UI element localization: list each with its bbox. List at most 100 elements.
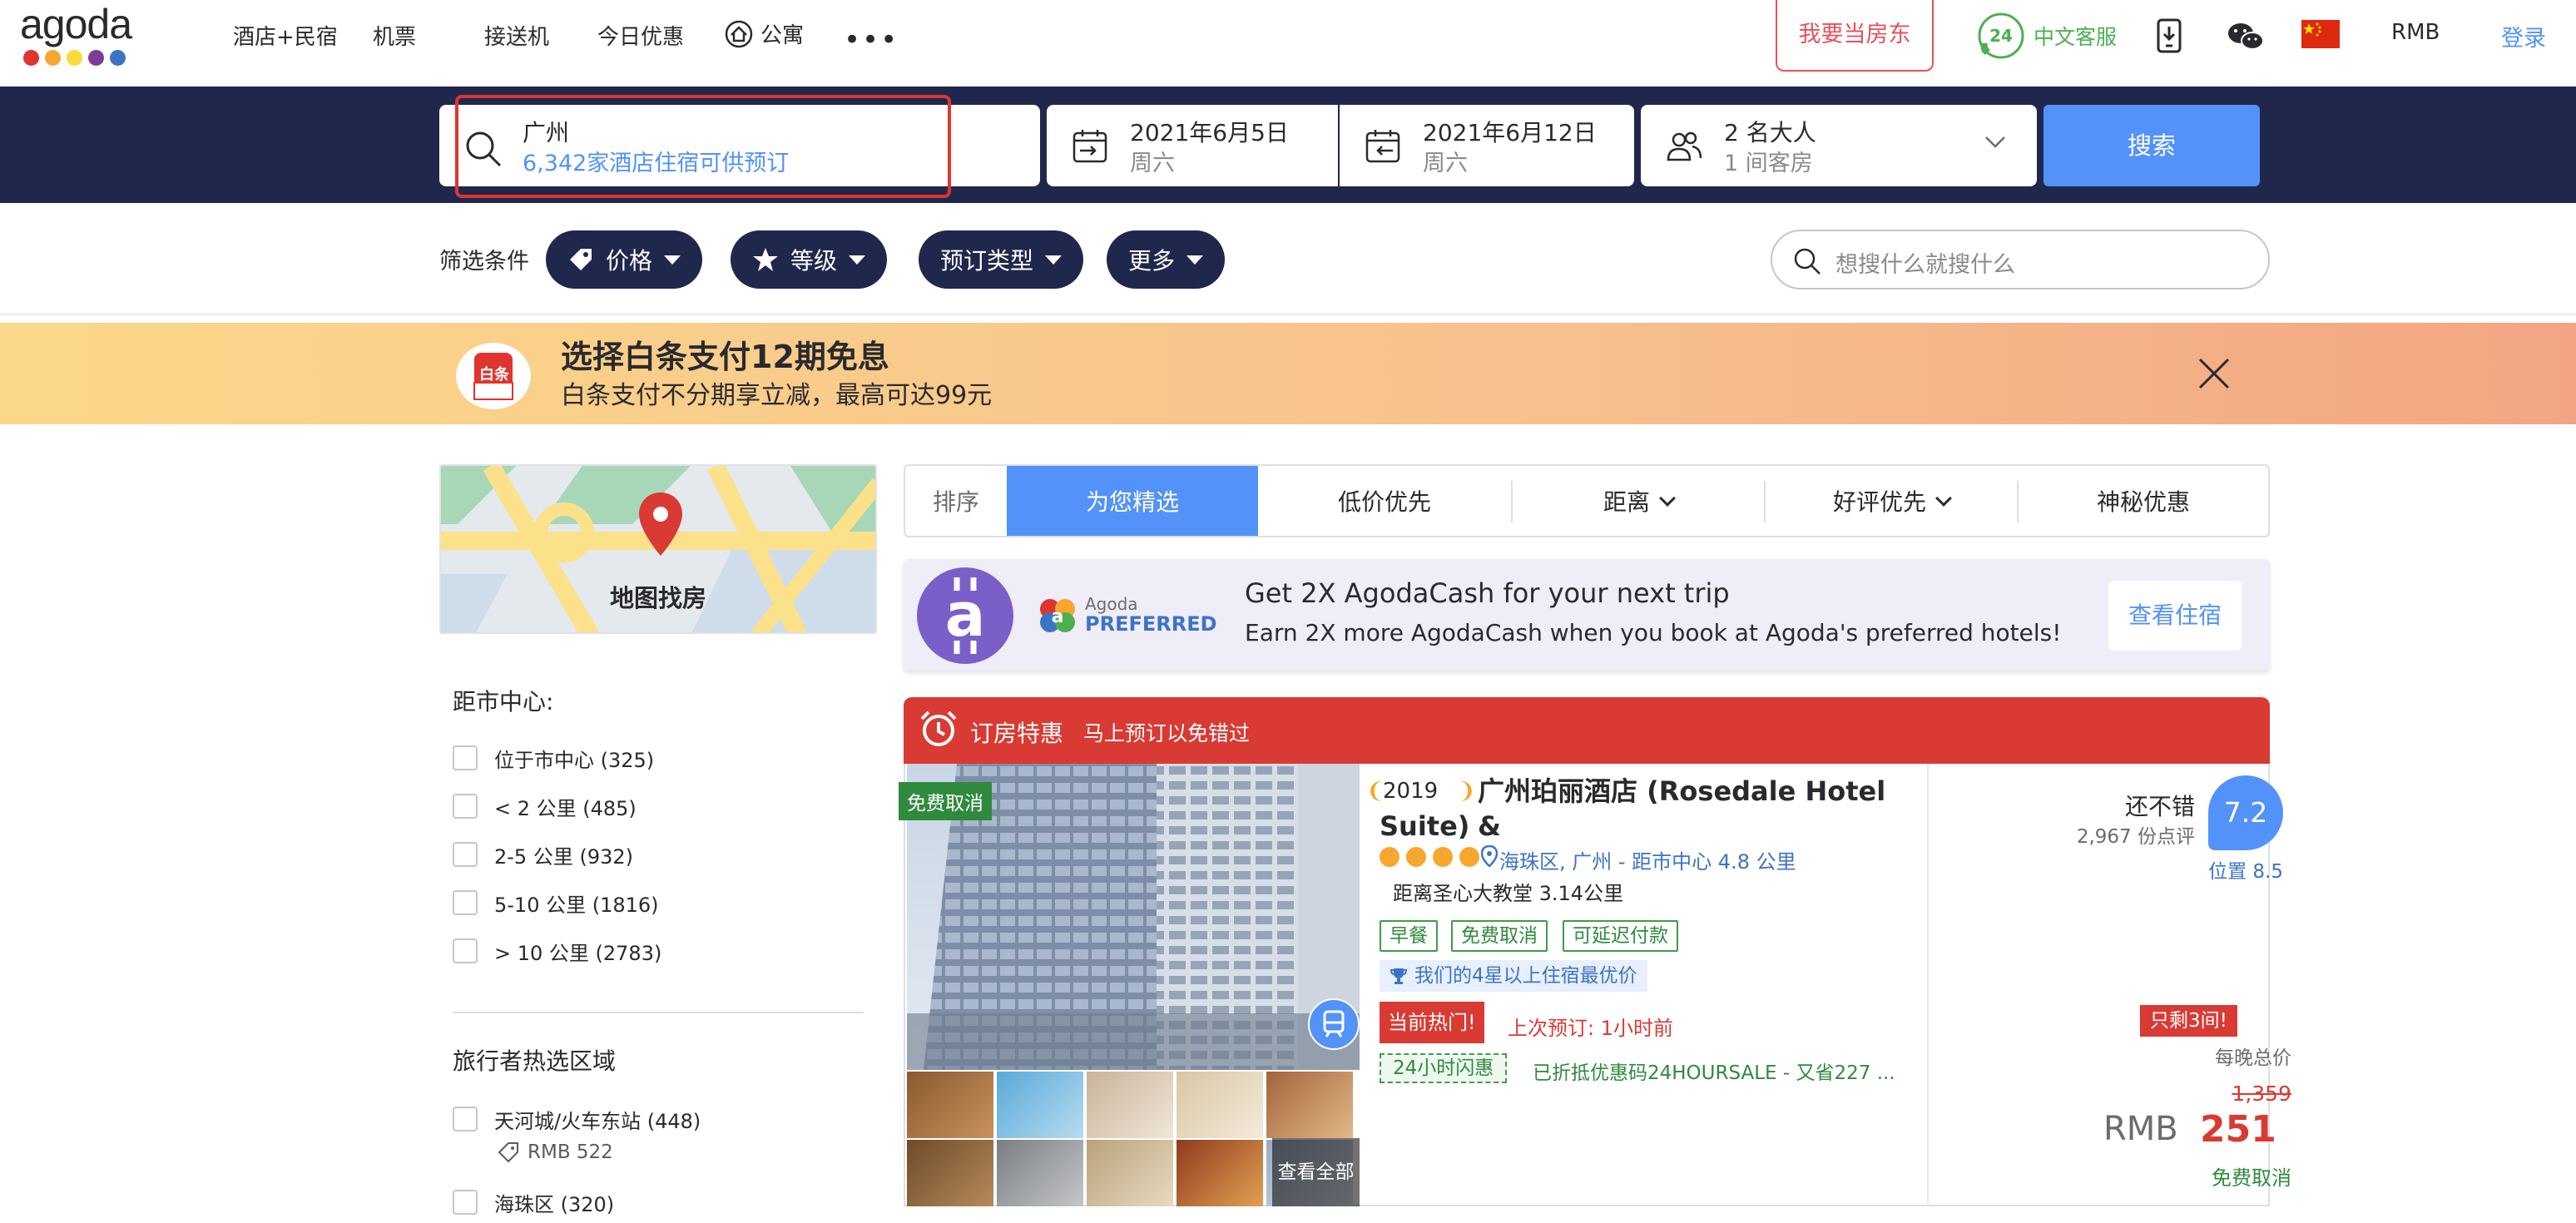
free-cancel-photo-tag: 免费取消 — [899, 782, 992, 820]
distance-option[interactable]: 5-10 公里 (1816) — [453, 889, 659, 917]
amenity-tag: 免费取消 — [1451, 920, 1548, 952]
become-host-button[interactable]: 我要当房东 — [1776, 0, 1934, 72]
rooms-count: 1 间客房 — [1724, 151, 1813, 176]
destination-field[interactable]: 广州 6,342家酒店住宿可供预订 — [439, 105, 1040, 186]
checkout-field[interactable]: 2021年6月12日 周六 — [1340, 105, 1634, 186]
current-price[interactable]: 251 — [2200, 1108, 2276, 1151]
distance-option[interactable]: 位于市中心 (325) — [453, 744, 654, 772]
guests-field[interactable]: 2 名大人 1 间客房 — [1641, 105, 2037, 186]
distance-option-label: 位于市中心 (325) — [494, 748, 655, 772]
sort-top-reviewed[interactable]: 好评优先 — [1766, 466, 2017, 536]
caret-down-icon — [1045, 255, 1063, 265]
area-price: RMB 522 — [498, 1141, 613, 1163]
search-icon — [1792, 246, 1822, 276]
hotel-thumbnail[interactable] — [1087, 1140, 1173, 1206]
hotel-name[interactable]: 广州珀丽酒店 (Rosedale Hotel & — [1478, 774, 1894, 844]
checkbox[interactable] — [453, 890, 478, 915]
sort-secret-deals[interactable]: 神秘优惠 — [2019, 466, 2268, 536]
area-option[interactable]: 海珠区 (320) — [453, 1188, 614, 1216]
hotel-thumbnail[interactable] — [907, 1140, 993, 1206]
divider — [0, 313, 2576, 316]
customer-service[interactable]: 24 中文客服 — [1975, 12, 2118, 59]
sort-recommended[interactable]: 为您精选 — [1007, 466, 1258, 536]
filter-booking-type[interactable]: 预订类型 — [919, 230, 1084, 289]
download-app-icon[interactable] — [2155, 18, 2183, 53]
currency-selector[interactable]: RMB — [2391, 20, 2440, 45]
area-option-label: 天河城/火车东站 (448) — [494, 1109, 701, 1133]
svg-text:a: a — [1052, 607, 1064, 627]
nav-apartments[interactable]: 公寓 — [724, 18, 804, 49]
login-link[interactable]: 登录 — [2501, 20, 2546, 52]
checkbox[interactable] — [453, 745, 478, 770]
nav-deals[interactable]: 今日优惠 — [597, 20, 684, 51]
sort-bar: 排序 为您精选 低价优先 距离 好评优先 神秘优惠 — [904, 464, 2270, 537]
laurel-icon: ❨ — [1366, 779, 1385, 804]
hotel-thumbnail[interactable] — [907, 1072, 993, 1138]
filter-stars[interactable]: 等级 — [731, 230, 888, 289]
sort-top-reviewed-label: 好评优先 — [1832, 488, 1926, 516]
hotel-thumbnail[interactable] — [1177, 1140, 1263, 1206]
view-stays-button[interactable]: 查看住宿 — [2108, 581, 2242, 651]
keyword-search-input[interactable]: 想搜什么就搜什么 — [1771, 230, 2270, 290]
hotel-thumbnail[interactable] — [997, 1140, 1083, 1206]
star-rating — [1380, 847, 1479, 867]
nav-flights[interactable]: 机票 — [373, 20, 416, 51]
hotel-thumbnail[interactable] — [1087, 1072, 1173, 1138]
more-menu-icon[interactable]: ••• — [844, 23, 899, 57]
close-icon[interactable] — [2197, 356, 2232, 391]
distance-option-label: 5-10 公里 (1816) — [494, 893, 659, 917]
checkbox[interactable] — [453, 1190, 478, 1215]
promo-title: Get 2X AgodaCash for your next trip — [1245, 577, 1730, 609]
hotel-thumbnail[interactable] — [997, 1072, 1083, 1138]
filter-price-label: 价格 — [606, 247, 653, 275]
hotel-thumbnail[interactable] — [1266, 1072, 1353, 1138]
hotel-location-link[interactable]: 海珠区, 广州 - 距市中心 4.8 公里 — [1499, 845, 1796, 874]
checkbox[interactable] — [453, 842, 478, 867]
laurel-icon: ❩ — [1458, 779, 1476, 804]
nav-hotels[interactable]: 酒店+民宿 — [233, 20, 338, 51]
per-night-label: 每晚总价 — [2215, 1047, 2291, 1069]
sort-label: 排序 — [932, 488, 979, 516]
wechat-icon[interactable] — [2227, 22, 2265, 52]
logo-dot — [45, 50, 61, 66]
baitiao-promo-banner[interactable]: 白条 选择白条支付12期免息 白条支付不分期享立减，最高可达99元 — [0, 323, 2576, 424]
preferred-brand-bottom: PREFERRED — [1085, 612, 1217, 636]
sort-distance[interactable]: 距离 — [1513, 466, 1764, 536]
china-flag-icon[interactable] — [2301, 20, 2340, 48]
map-search-card[interactable]: 地图找房 — [439, 464, 877, 634]
search-button[interactable]: 搜索 — [2043, 105, 2260, 186]
price-tag-icon — [567, 246, 594, 273]
distance-option[interactable]: 2-5 公里 (932) — [453, 840, 633, 869]
hotel-card[interactable]: 免费取消 查看全部 ❨ 2019 ❩ 广州珀丽酒店 (Rosedale Hote… — [899, 764, 2291, 1206]
checkbox[interactable] — [453, 938, 478, 963]
destination-city: 广州 — [523, 119, 570, 146]
guests-icon — [1666, 130, 1702, 163]
area-option[interactable]: 天河城/火车东站 (448) — [453, 1105, 701, 1133]
hotel-name-continued[interactable]: Suite) — [1380, 810, 1469, 842]
best-price-label: 我们的4星以上住宿最优价 — [1414, 965, 1637, 987]
distance-option[interactable]: > 10 公里 (2783) — [453, 937, 661, 965]
distance-option[interactable]: < 2 公里 (485) — [453, 792, 637, 820]
agoda-logo[interactable]: agoda — [20, 0, 132, 48]
hotel-thumbnail[interactable] — [1177, 1072, 1263, 1138]
filter-more[interactable]: 更多 — [1107, 230, 1226, 289]
svg-text:24: 24 — [1989, 26, 2013, 46]
agodacash-promo[interactable]: a a Agoda PREFERRED Get 2X AgodaCash for… — [904, 559, 2270, 671]
amenity-tag: 可延迟付款 — [1563, 920, 1678, 952]
filter-price[interactable]: 价格 — [546, 230, 703, 289]
checkbox[interactable] — [453, 794, 478, 819]
nav-transfer[interactable]: 接送机 — [484, 20, 549, 51]
area-heading: 旅行者热选区域 — [453, 1047, 617, 1075]
baitiao-logo-text: 白条 — [479, 366, 509, 384]
customer-service-label: 中文客服 — [2034, 25, 2118, 49]
checkin-field[interactable]: 2021年6月5日 周六 — [1047, 105, 1338, 186]
checkbox[interactable] — [453, 1107, 478, 1131]
banner-subtitle: 白条支付不分期享立减，最高可达99元 — [561, 381, 993, 410]
review-count[interactable]: 2,967 份点评 — [2037, 820, 2195, 849]
caret-down-icon — [849, 255, 866, 265]
guests-count: 2 名大人 — [1724, 119, 1816, 146]
nav-apartments-label: 公寓 — [760, 23, 805, 48]
sort-lowest-price[interactable]: 低价优先 — [1258, 466, 1511, 536]
see-all-photos-button[interactable]: 查看全部 — [1272, 1138, 1360, 1206]
price-free-cancel: 免费取消 — [2212, 1166, 2291, 1190]
